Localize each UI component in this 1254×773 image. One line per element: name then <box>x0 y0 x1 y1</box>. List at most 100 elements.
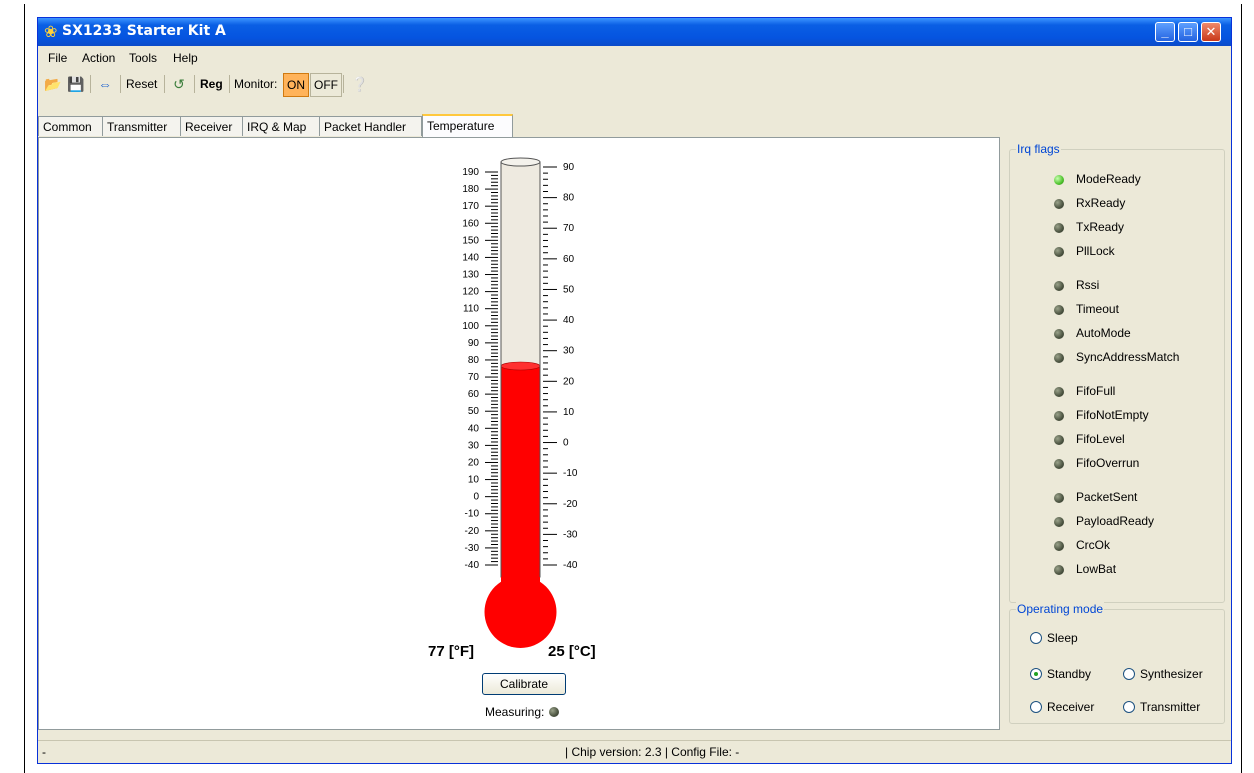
operating-mode-title: Operating mode <box>1016 602 1105 616</box>
fahrenheit-tick-label: 60 <box>468 389 480 400</box>
menu-help[interactable]: Help <box>173 51 198 65</box>
monitor-on-button[interactable]: ON <box>283 73 309 97</box>
temperature-panel: 190 180 170 160 150 140 130 120 110 100 90 80 70 60 50… <box>38 137 1000 730</box>
irq-flag-label: LowBat <box>1076 562 1117 576</box>
irq-led-icon <box>1054 387 1064 397</box>
celsius-tick-label: 40 <box>563 315 575 326</box>
mercury-top <box>500 361 541 371</box>
irq-led-icon <box>1054 541 1064 551</box>
thermometer: 1901801701601501401301201101009080706050… <box>462 157 578 648</box>
maximize-button[interactable]: □ <box>1178 22 1198 42</box>
status-bar: - | Chip version: 2.3 | Config File: - <box>38 740 1231 763</box>
fahrenheit-tick-label: 140 <box>462 252 479 263</box>
reset-button[interactable]: Reset <box>126 73 157 95</box>
fahrenheit-tick-label: 100 <box>462 321 479 332</box>
fahrenheit-reading: 77 [°F] <box>428 643 475 660</box>
radio-label-synthesizer[interactable]: Synthesizer <box>1140 667 1203 681</box>
radio-synthesizer[interactable] <box>1123 668 1135 680</box>
menu-file[interactable]: File <box>48 51 67 65</box>
operating-mode-group: Operating mode Sleep Standby Synthesizer… <box>1009 602 1225 724</box>
irq-flag-label: FifoLevel <box>1076 432 1125 446</box>
tab-temperature[interactable]: Temperature <box>422 114 513 137</box>
radio-sleep[interactable] <box>1030 632 1042 644</box>
celsius-tick-label: 70 <box>563 223 575 234</box>
minimize-icon: _ <box>1161 24 1169 39</box>
save-icon[interactable]: 💾 <box>65 73 87 95</box>
irq-led-icon <box>1054 517 1064 527</box>
monitor-off-button[interactable]: OFF <box>310 73 342 97</box>
help-icon[interactable]: ❔ <box>349 73 371 95</box>
minimize-button[interactable]: _ <box>1155 22 1175 42</box>
irq-flag-label: CrcOk <box>1076 538 1110 552</box>
radio-label-transmitter[interactable]: Transmitter <box>1140 700 1200 714</box>
fahrenheit-tick-label: 0 <box>473 492 479 503</box>
irq-flag-label: Rssi <box>1076 278 1100 292</box>
irq-flags-group: Irq flags ModeReady RxReady TxReady PllLock… <box>1009 142 1225 603</box>
measuring-label: Measuring: <box>485 705 545 719</box>
fahrenheit-tick-label: 50 <box>468 406 480 417</box>
status-left: - <box>42 745 46 759</box>
celsius-tick-label: 90 <box>563 162 575 173</box>
radio-label-sleep[interactable]: Sleep <box>1047 631 1078 645</box>
fahrenheit-tick-label: -10 <box>465 509 480 520</box>
irq-flags-title: Irq flags <box>1016 142 1061 156</box>
celsius-tick-label: -20 <box>563 499 578 510</box>
toolbar-separator <box>90 75 91 93</box>
fahrenheit-tick-label: 160 <box>462 218 479 229</box>
refresh-icon[interactable]: ↺ <box>168 73 190 95</box>
celsius-tick-label: 50 <box>563 284 575 295</box>
calibrate-button[interactable]: Calibrate <box>482 673 566 695</box>
celsius-tick-label: 20 <box>563 376 575 387</box>
radio-label-receiver[interactable]: Receiver <box>1047 700 1094 714</box>
irq-flag-label: FifoNotEmpty <box>1076 408 1149 422</box>
celsius-tick-label: 0 <box>563 438 569 449</box>
celsius-tick-label: 10 <box>563 407 575 418</box>
close-icon: ✕ <box>1205 24 1217 39</box>
irq-led-icon <box>1054 223 1064 233</box>
irq-flag-label: PacketSent <box>1076 490 1138 504</box>
irq-led-icon <box>1054 247 1064 257</box>
fahrenheit-tick-label: -30 <box>465 543 480 554</box>
tab-transmitter[interactable]: Transmitter <box>102 116 181 136</box>
irq-flag-label: TxReady <box>1076 220 1125 234</box>
open-folder-icon[interactable]: 📂 <box>42 73 64 95</box>
irq-flag-label: RxReady <box>1076 196 1126 210</box>
thermometer-tube-cap <box>500 157 541 167</box>
irq-flag-label: Timeout <box>1076 302 1119 316</box>
title-bar[interactable]: ❀ SX1233 Starter Kit A _ □ ✕ <box>38 18 1231 46</box>
irq-flag-label: FifoFull <box>1076 384 1116 398</box>
irq-flag-label: PllLock <box>1076 244 1115 258</box>
menu-action[interactable]: Action <box>82 51 115 65</box>
tab-irq-map[interactable]: IRQ & Map <box>242 116 320 136</box>
celsius-tick-label: 60 <box>563 254 575 265</box>
irq-led-icon <box>1054 199 1064 209</box>
radio-standby[interactable] <box>1030 668 1042 680</box>
irq-led-icon <box>1054 565 1064 575</box>
thermometer-bulb <box>484 576 557 648</box>
fahrenheit-tick-label: 80 <box>468 355 480 366</box>
fahrenheit-tick-label: -20 <box>465 526 480 537</box>
menu-tools[interactable]: Tools <box>129 51 157 65</box>
tab-receiver[interactable]: Receiver <box>180 116 243 136</box>
toolbar-separator <box>120 75 121 93</box>
maximize-icon: □ <box>1184 24 1192 39</box>
connect-icon[interactable]: ⇔ <box>94 73 116 95</box>
app-window: ❀ SX1233 Starter Kit A _ □ ✕ File Action… <box>37 17 1232 764</box>
irq-flag-label: ModeReady <box>1076 172 1141 186</box>
toolbar-separator <box>194 75 195 93</box>
radio-label-standby[interactable]: Standby <box>1047 667 1091 681</box>
irq-flag-label: AutoMode <box>1076 326 1131 340</box>
tab-packet-handler[interactable]: Packet Handler <box>319 116 422 136</box>
tab-common[interactable]: Common <box>38 116 103 136</box>
mercury-column <box>501 366 540 585</box>
celsius-tick-label: -30 <box>563 529 578 540</box>
celsius-tick-label: -40 <box>563 560 578 571</box>
reg-button[interactable]: Reg <box>200 73 223 95</box>
radio-receiver[interactable] <box>1030 701 1042 713</box>
radio-transmitter[interactable] <box>1123 701 1135 713</box>
celsius-tick-label: 80 <box>563 193 575 204</box>
fahrenheit-tick-label: 20 <box>468 457 480 468</box>
irq-led-icon <box>1054 329 1064 339</box>
close-button[interactable]: ✕ <box>1201 22 1221 42</box>
irq-led-icon <box>1054 435 1064 445</box>
